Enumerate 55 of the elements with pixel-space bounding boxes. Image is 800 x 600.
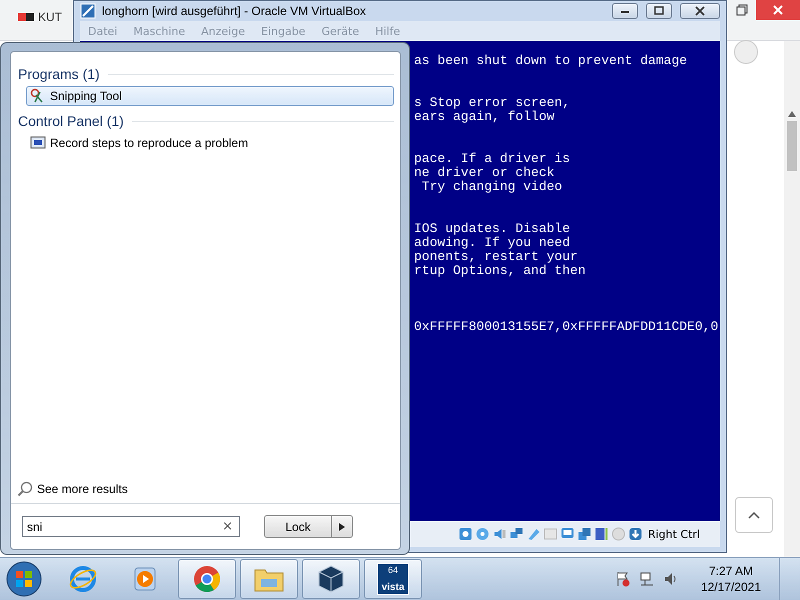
error-text: as been shut down to prevent damage xyxy=(414,54,688,68)
maximize-icon xyxy=(654,6,664,16)
close-icon xyxy=(772,4,784,16)
options-button[interactable] xyxy=(332,515,353,538)
result-item[interactable]: Record steps to reproduce a problem xyxy=(26,133,394,153)
tab-title[interactable]: KUT xyxy=(38,10,62,24)
taskbar-app-button[interactable]: 64 vista xyxy=(364,559,422,599)
error-text: ears again, follow xyxy=(414,110,556,124)
error-text: ne driver or check xyxy=(414,166,556,180)
host-key-label: Right Ctrl xyxy=(648,528,700,540)
restore-icon xyxy=(736,4,748,16)
flag-icon[interactable] xyxy=(614,571,631,587)
error-text: Try changing video xyxy=(420,180,564,194)
close-button[interactable] xyxy=(680,3,720,19)
error-text: 0xFFFFF800013155E7,0xFFFFFADFDD11CDE0,0 xyxy=(414,320,720,334)
group-heading: Programs (1) xyxy=(18,66,100,82)
globe-e-icon xyxy=(68,564,98,594)
minimize-icon xyxy=(620,8,630,14)
windows-stack-icon[interactable] xyxy=(576,527,592,541)
arrow-up-icon xyxy=(788,111,796,117)
search-field[interactable]: sni × xyxy=(22,516,240,537)
play-icon xyxy=(132,566,158,592)
arrow-down-icon[interactable] xyxy=(628,527,643,541)
error-text: rtup Options, and then xyxy=(414,264,587,278)
error-text: s Stop error screen, xyxy=(414,96,572,110)
lock-button[interactable]: Lock xyxy=(264,515,332,538)
clock[interactable]: 7:27 AM 12/17/2021 xyxy=(700,563,761,595)
monitor-icon[interactable] xyxy=(560,527,575,541)
app-icon xyxy=(80,3,96,19)
scrollbar-thumb[interactable] xyxy=(787,121,797,171)
error-text: ponents, restart your xyxy=(414,250,579,264)
usb-icon[interactable] xyxy=(526,527,541,541)
monitor-icon xyxy=(30,136,46,150)
disc-icon[interactable] xyxy=(474,527,490,541)
speaker-icon[interactable] xyxy=(492,527,507,541)
error-text: IOS updates. Disable xyxy=(414,222,572,236)
taskbar-app-button[interactable] xyxy=(302,559,360,599)
clear-icon[interactable]: × xyxy=(222,519,233,534)
maximize-button[interactable] xyxy=(646,3,672,19)
error-text: pace. If a driver is xyxy=(414,152,572,166)
start-button[interactable] xyxy=(4,559,44,599)
triangle-right-icon xyxy=(339,522,345,530)
minimize-button[interactable] xyxy=(612,3,638,19)
search-icon xyxy=(17,481,33,497)
see-more-link[interactable]: See more results xyxy=(11,481,400,503)
group-heading: Control Panel (1) xyxy=(18,113,124,129)
close-icon xyxy=(695,6,705,16)
flag-icon xyxy=(18,13,34,21)
caret-up-icon xyxy=(748,511,760,519)
cube-icon xyxy=(316,564,346,594)
error-text: adowing. If you need xyxy=(414,236,572,250)
vista-icon: 64 vista xyxy=(377,563,409,595)
result-item[interactable]: Snipping Tool xyxy=(26,86,394,106)
window-title: longhorn [wird ausgeführt] - Oracle VM VirtualBox xyxy=(102,4,367,18)
chrome-icon xyxy=(192,564,222,594)
